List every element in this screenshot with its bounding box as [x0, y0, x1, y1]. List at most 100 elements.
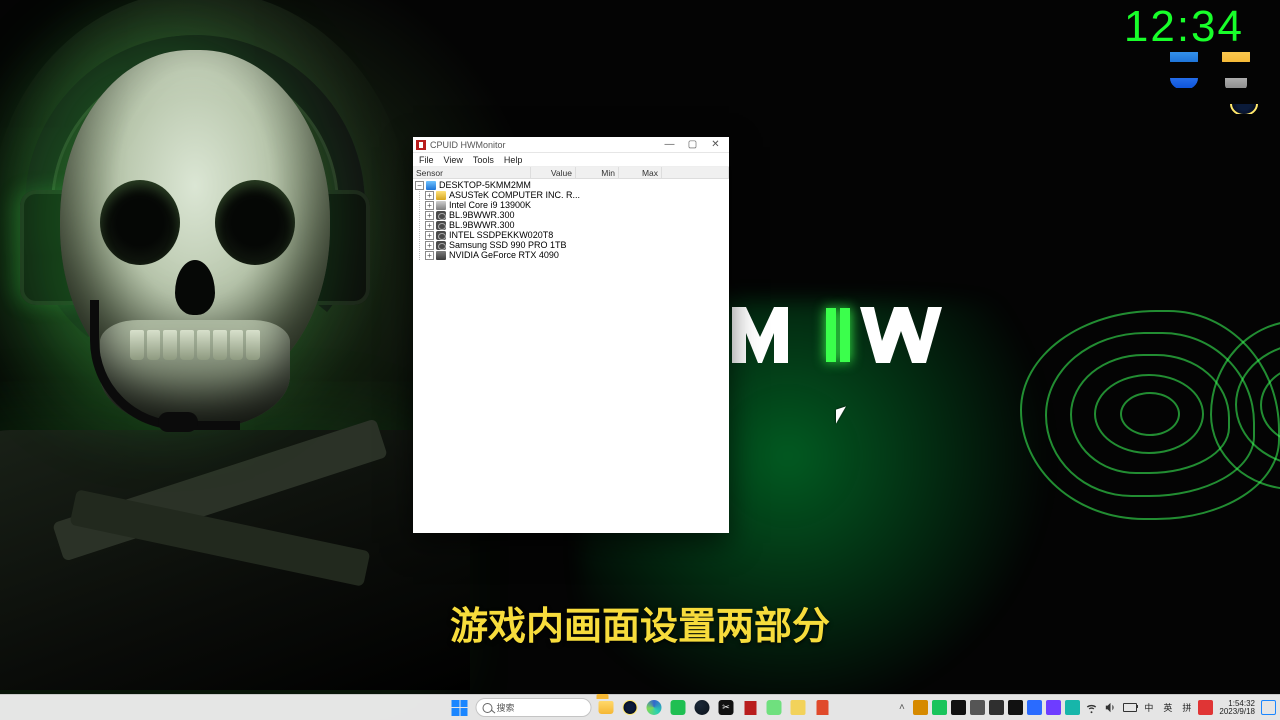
uu-icon	[623, 700, 638, 715]
hwmonitor-sensor-tree: − DESKTOP-5KMM2MM + ASUSTeK COMPUTER INC…	[413, 179, 729, 262]
tray-app-icon[interactable]	[913, 700, 928, 715]
desktop-icon-battlenet[interactable]: 暴雪战网	[1164, 78, 1204, 88]
cpu-icon	[436, 201, 446, 210]
taskbar-app-wechat[interactable]	[669, 698, 688, 717]
tray-app-icon[interactable]	[951, 700, 966, 715]
memory-icon	[436, 221, 446, 230]
tray-app-icon[interactable]	[1065, 700, 1080, 715]
hwmonitor-titlebar[interactable]: CPUID HWMonitor — ▢ ✕	[413, 137, 729, 153]
tree-node-motherboard[interactable]: + ASUSTeK COMPUTER INC. R...	[415, 190, 727, 200]
tray-battery-icon[interactable]	[1122, 700, 1137, 715]
taskbar-search[interactable]: 搜索	[476, 698, 592, 717]
tree-node-computer[interactable]: − DESKTOP-5KMM2MM	[415, 180, 727, 190]
taskbar-app-uu[interactable]	[621, 698, 640, 717]
search-icon	[483, 703, 493, 713]
overlay-clock: 12:34	[1124, 2, 1244, 52]
tray-notifications-icon[interactable]	[1261, 700, 1276, 715]
taskbar-app-generic-3[interactable]	[813, 698, 832, 717]
taskbar-app-generic-2[interactable]	[789, 698, 808, 717]
tray-volume-icon[interactable]	[1103, 700, 1118, 715]
start-button[interactable]	[449, 697, 471, 719]
tray-ime-language[interactable]: 中	[1141, 701, 1156, 714]
tree-node-label: ASUSTeK COMPUTER INC. R...	[449, 190, 580, 200]
tree-collapse-icon[interactable]: −	[415, 181, 424, 190]
taskbar-app-explorer[interactable]	[597, 698, 616, 717]
tray-wifi-icon[interactable]	[1084, 700, 1099, 715]
desktop-icons-area: 此电脑 T 暴雪战网 回收站 网易UU加速器	[1164, 52, 1264, 114]
header-max[interactable]: Max	[619, 167, 662, 178]
tree-node-label: Samsung SSD 990 PRO 1TB	[449, 240, 567, 250]
taskbar-app-capcut[interactable]: ✂	[717, 698, 736, 717]
tray-app-icon[interactable]	[1198, 700, 1213, 715]
taskbar-app-edge[interactable]	[645, 698, 664, 717]
windows-taskbar: 搜索 ✂ ˄ 中 英 拼 1:54:32	[0, 694, 1280, 720]
tray-app-icon[interactable]	[932, 700, 947, 715]
wechat-icon	[671, 700, 686, 715]
header-min[interactable]: Min	[576, 167, 619, 178]
menu-view[interactable]: View	[444, 155, 463, 165]
ssd-icon	[436, 241, 446, 250]
desktop-icon-this-pc[interactable]: 此电脑	[1164, 52, 1204, 62]
tree-node-label: INTEL SSDPEKKW020T8	[449, 230, 553, 240]
system-tray: ˄ 中 英 拼 1:54:32 2023/9/18	[894, 695, 1276, 720]
tray-date: 2023/9/18	[1219, 708, 1255, 716]
tree-expand-icon[interactable]: +	[425, 191, 434, 200]
menu-help[interactable]: Help	[504, 155, 523, 165]
tree-expand-icon[interactable]: +	[425, 201, 434, 210]
memory-icon	[436, 211, 446, 220]
header-value[interactable]: Value	[531, 167, 576, 178]
tray-app-icon[interactable]	[970, 700, 985, 715]
notes-icon	[791, 700, 806, 715]
taskbar-app-hwmonitor[interactable]	[741, 698, 760, 717]
hwmonitor-app-icon	[416, 140, 426, 150]
tree-node-ssd-samsung[interactable]: + Samsung SSD 990 PRO 1TB	[415, 240, 727, 250]
desktop-icon-uu-accelerator[interactable]: 网易UU加速器	[1224, 104, 1264, 114]
hwmonitor-title: CPUID HWMonitor	[430, 140, 658, 150]
tray-chevron-up-icon[interactable]: ˄	[894, 700, 909, 715]
capcut-icon: ✂	[719, 700, 734, 715]
window-maximize-button[interactable]: ▢	[681, 138, 704, 152]
header-spacer	[662, 167, 729, 178]
tree-node-label: DESKTOP-5KMM2MM	[439, 180, 531, 190]
tray-app-icon[interactable]	[1027, 700, 1042, 715]
tree-expand-icon[interactable]: +	[425, 231, 434, 240]
tree-node-cpu[interactable]: + Intel Core i9 13900K	[415, 200, 727, 210]
tree-expand-icon[interactable]: +	[425, 221, 434, 230]
tray-app-icon[interactable]	[1046, 700, 1061, 715]
mouse-cursor-icon	[836, 408, 848, 426]
tray-ime-mode[interactable]: 拼	[1179, 701, 1194, 714]
window-minimize-button[interactable]: —	[658, 138, 681, 152]
tree-expand-icon[interactable]: +	[425, 241, 434, 250]
window-close-button[interactable]: ✕	[704, 138, 727, 152]
tree-node-memory-1[interactable]: + BL.9BWWR.300	[415, 210, 727, 220]
tray-nvidia-icon[interactable]	[989, 700, 1004, 715]
edge-icon	[647, 700, 662, 715]
taskbar-app-steam[interactable]	[693, 698, 712, 717]
hwmonitor-column-headers: Sensor Value Min Max	[413, 167, 729, 179]
tray-clock[interactable]: 1:54:32 2023/9/18	[1217, 700, 1257, 716]
desktop-icon-folder-t[interactable]: T	[1216, 52, 1256, 62]
ssd-icon	[436, 231, 446, 240]
tray-app-icon[interactable]	[1008, 700, 1023, 715]
computer-icon	[426, 181, 436, 190]
tree-node-gpu[interactable]: + NVIDIA GeForce RTX 4090	[415, 250, 727, 260]
monitor-icon	[1170, 52, 1198, 62]
wallpaper-mw2-logo	[732, 305, 960, 365]
tray-ime-language[interactable]: 英	[1160, 701, 1175, 714]
header-sensor[interactable]: Sensor	[413, 167, 531, 178]
app-icon	[767, 700, 782, 715]
hwmonitor-menubar: File View Tools Help	[413, 153, 729, 167]
tree-expand-icon[interactable]: +	[425, 251, 434, 260]
desktop-icon-recycle-bin[interactable]: 回收站	[1216, 78, 1256, 88]
battlenet-icon	[1170, 78, 1198, 88]
tree-node-label: NVIDIA GeForce RTX 4090	[449, 250, 559, 260]
hwmonitor-icon	[744, 701, 756, 715]
tree-node-memory-2[interactable]: + BL.9BWWR.300	[415, 220, 727, 230]
video-subtitle: 游戏内画面设置两部分	[0, 595, 1280, 650]
menu-tools[interactable]: Tools	[473, 155, 494, 165]
tree-expand-icon[interactable]: +	[425, 211, 434, 220]
menu-file[interactable]: File	[419, 155, 434, 165]
taskbar-app-generic-1[interactable]	[765, 698, 784, 717]
hwmonitor-window[interactable]: CPUID HWMonitor — ▢ ✕ File View Tools He…	[413, 137, 729, 533]
tree-node-ssd-intel[interactable]: + INTEL SSDPEKKW020T8	[415, 230, 727, 240]
